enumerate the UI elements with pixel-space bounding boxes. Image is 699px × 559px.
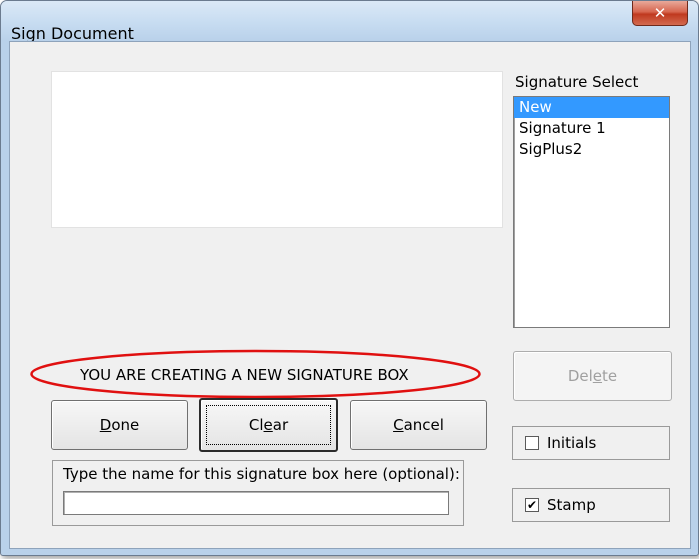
done-button-label: Done: [99, 416, 140, 434]
signature-preview-area[interactable]: [51, 71, 503, 228]
cancel-button-label: Cancel: [393, 416, 444, 434]
signature-select-label: Signature Select: [515, 73, 639, 91]
initials-label: Initials: [547, 434, 597, 452]
signature-item-signature-1[interactable]: Signature 1: [514, 118, 669, 139]
done-button[interactable]: Done: [51, 400, 188, 450]
dialog-client-area: Signature Select New Signature 1 SigPlus…: [9, 41, 691, 549]
delete-button-label: Delete: [567, 367, 618, 385]
name-groupbox: Type the name for this signature box her…: [52, 460, 464, 526]
status-message: YOU ARE CREATING A NEW SIGNATURE BOX: [80, 366, 409, 384]
delete-button[interactable]: Delete: [513, 351, 672, 401]
title-bar[interactable]: Sign Document ✕: [1, 1, 698, 43]
close-button[interactable]: ✕: [632, 1, 688, 26]
sign-document-window: Sign Document ✕ Signature Select New Sig…: [0, 0, 699, 556]
signature-name-input[interactable]: [63, 491, 449, 515]
stamp-label: Stamp: [547, 496, 596, 514]
clear-button-focus-ring: [206, 405, 331, 445]
stamp-checkbox[interactable]: ✔: [525, 498, 539, 512]
signature-item-sigplus2[interactable]: SigPlus2: [514, 139, 669, 160]
initials-option[interactable]: Initials: [512, 426, 670, 460]
stamp-option[interactable]: ✔ Stamp: [512, 488, 670, 522]
clear-button[interactable]: Clear: [199, 398, 338, 452]
signature-item-new[interactable]: New: [514, 97, 669, 118]
cancel-button[interactable]: Cancel: [350, 400, 487, 450]
close-icon: ✕: [653, 4, 667, 22]
initials-checkbox[interactable]: [525, 436, 539, 450]
signature-select-list[interactable]: New Signature 1 SigPlus2: [513, 96, 670, 328]
name-group-label: Type the name for this signature box her…: [61, 465, 462, 483]
